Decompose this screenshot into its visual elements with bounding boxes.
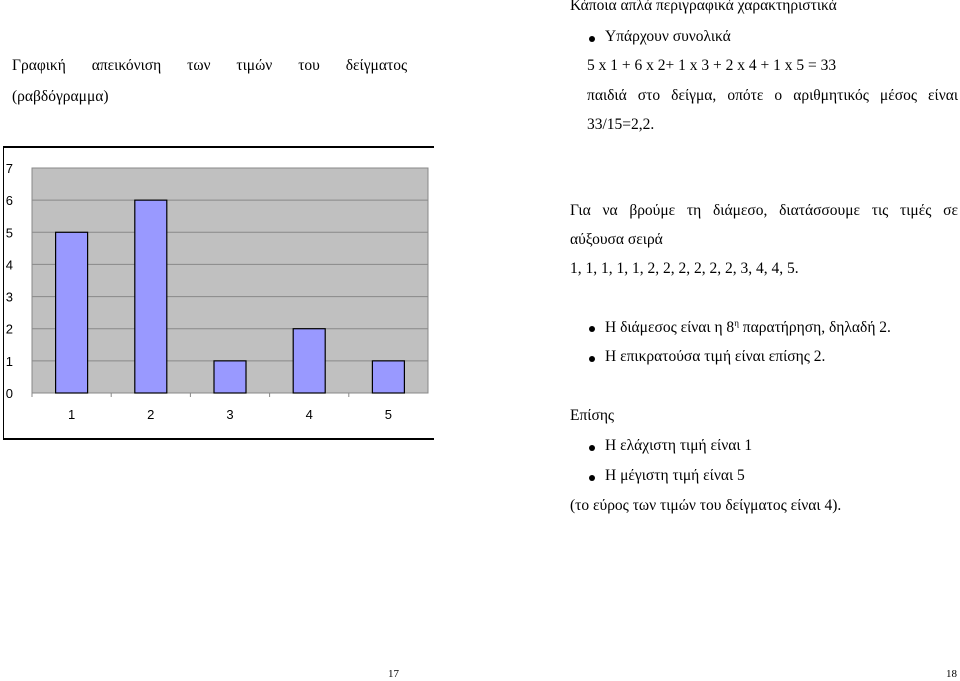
- bar: [54, 231, 89, 394]
- y-tick-label: 5: [6, 225, 13, 240]
- mean-text: παιδιά στο δείγμα, οπότε ο αριθμητικός μ…: [587, 87, 958, 104]
- bullet-text: Η μέγιστη τιμή είναι 5: [605, 467, 745, 484]
- bullet: [589, 475, 595, 481]
- median-text-2: αύξουσα σειρά: [570, 231, 663, 248]
- x-tick-label: 1: [68, 407, 75, 422]
- also-label: Επίσης: [570, 407, 615, 424]
- page-number-right: 18: [946, 668, 957, 680]
- y-tick-label: 1: [6, 354, 13, 369]
- bullet-text: Η διάμεσος είναι η 8η παρατήρηση, δηλαδή…: [605, 318, 891, 337]
- sorted-values: 1, 1, 1, 1, 1, 2, 2, 2, 2, 2, 2, 3, 4, 4…: [570, 260, 799, 277]
- bar: [292, 328, 326, 394]
- bar: [213, 360, 247, 394]
- x-tick-label: 2: [147, 407, 154, 422]
- formula: 5 x 1 + 6 x 2+ 1 x 3 + 2 x 4 + 1 x 5 = 3…: [587, 57, 837, 74]
- y-tick-label: 4: [6, 257, 13, 272]
- y-tick-label: 3: [6, 290, 13, 305]
- page-number-left: 17: [388, 668, 399, 680]
- chart-caption-2: (ραβδόγραμμα): [12, 88, 109, 105]
- plot-area: [31, 167, 429, 394]
- x-tick-label: 3: [226, 407, 233, 422]
- bullet-text: Η ελάχιστη τιμή είναι 1: [605, 437, 753, 454]
- bullet: [589, 36, 595, 42]
- mean-value: 33/15=2,2.: [587, 116, 655, 133]
- y-tick-label: 7: [6, 161, 13, 176]
- bullet-text: Υπάρχουν συνολικά: [605, 28, 731, 45]
- bullet-text: Η επικρατούσα τιμή είναι επίσης 2.: [605, 348, 826, 365]
- median-text: Για να βρούμε τη διάμεσο, διατάσσουμε τι…: [570, 202, 958, 219]
- range-text: (το εύρος των τιμών του δείγματος είναι …: [570, 497, 842, 514]
- y-tick-label: 0: [6, 386, 13, 401]
- section-heading: Κάποια απλά περιγραφικά χαρακτηριστικά: [570, 0, 837, 14]
- bar: [134, 199, 168, 394]
- bullet: [589, 356, 595, 362]
- bar: [371, 360, 405, 394]
- chart-caption: Γραφική απεικόνιση των τιμών του δείγματ…: [12, 57, 408, 74]
- x-tick-label: 4: [306, 407, 313, 422]
- bullet: [589, 326, 595, 332]
- bar-chart: 0 1 2 3 4 5 6 7 1 2 3 4 5: [6, 161, 429, 422]
- y-tick-label: 2: [6, 322, 13, 337]
- y-tick-label: 6: [6, 193, 13, 208]
- bullet: [589, 445, 595, 451]
- x-tick-label: 5: [385, 407, 392, 422]
